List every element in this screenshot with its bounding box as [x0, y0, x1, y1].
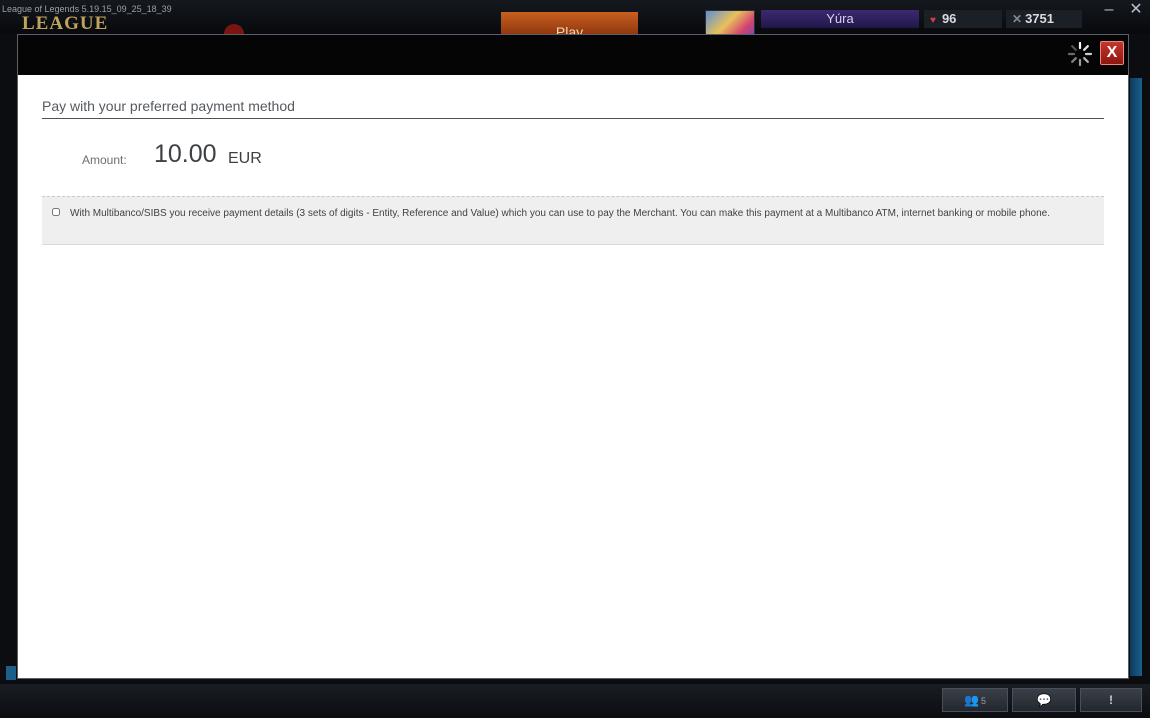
summoner-name[interactable]: Yúra — [761, 10, 919, 28]
league-logo: LEAGUE — [22, 14, 109, 34]
amount-label: Amount: — [82, 153, 127, 167]
heart-icon: ♥ — [930, 15, 936, 26]
client-side-panel — [1130, 78, 1142, 676]
modal-header: X — [18, 35, 1128, 75]
modal-close-button[interactable]: X — [1100, 41, 1124, 65]
rp-balance[interactable]: ♥ 96 — [924, 10, 1002, 28]
payment-method-description: With Multibanco/SIBS you receive payment… — [70, 208, 1050, 219]
chat-icon: 💬 — [1036, 693, 1052, 707]
client-top-bar: League of Legends 5.19.15_09_25_18_39 LE… — [0, 0, 1150, 38]
section-divider — [42, 118, 1104, 119]
client-left-accent — [6, 666, 16, 680]
amount-value: 10.00 — [154, 140, 217, 168]
payment-method-checkbox[interactable] — [52, 208, 60, 216]
friends-icon: 👥 — [964, 693, 979, 707]
rp-value: 96 — [941, 11, 957, 26]
ip-value: 3751 — [1025, 11, 1054, 26]
ip-balance[interactable]: ✕ 3751 — [1006, 10, 1082, 28]
ip-icon: ✕ — [1012, 12, 1023, 26]
amount-currency: EUR — [228, 150, 262, 167]
window-minimize-button[interactable]: – — [1099, 1, 1119, 19]
alerts-button[interactable]: ! — [1080, 688, 1142, 712]
payment-modal: X Pay with your preferred payment method… — [17, 34, 1129, 679]
window-close-button[interactable]: ✕ — [1126, 1, 1146, 19]
play-button[interactable]: Play — [501, 12, 638, 36]
loading-spinner-icon — [1067, 41, 1093, 67]
friends-count: 5 — [980, 696, 986, 706]
payment-method-multibanco[interactable]: With Multibanco/SIBS you receive payment… — [42, 196, 1104, 245]
chat-button[interactable]: 💬 — [1012, 688, 1076, 712]
friends-button[interactable]: 👥 5 — [942, 688, 1008, 712]
client-version: League of Legends 5.19.15_09_25_18_39 — [2, 4, 172, 14]
section-title: Pay with your preferred payment method — [42, 98, 295, 114]
